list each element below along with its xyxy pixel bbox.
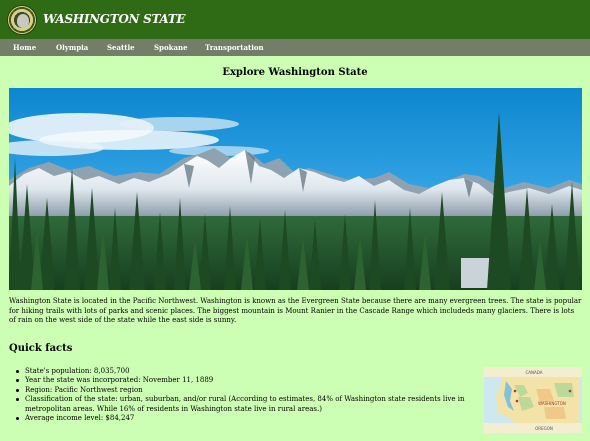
- map-label-oregon: OREGON: [535, 426, 553, 431]
- hero-image: [9, 88, 582, 290]
- site-header: WASHINGTON STATE: [0, 0, 590, 39]
- nav-link-spokane[interactable]: Spokane: [154, 43, 188, 52]
- map-label-washington: WASHINGTON: [538, 401, 566, 406]
- list-item: Classification of the state: urban, subu…: [16, 395, 478, 414]
- washington-state-map-icon: CANADA WASHINGTON OREGON: [484, 367, 582, 433]
- quick-facts-list: State's population: 8,035,700 Year the s…: [16, 367, 478, 423]
- list-item: Average income level: $84,247: [16, 414, 478, 423]
- nav-link-home[interactable]: Home: [13, 43, 36, 52]
- quick-facts-heading: Quick facts: [9, 343, 73, 354]
- nav-link-transportation[interactable]: Transportation: [205, 43, 264, 52]
- list-item: Year the state was incorporated: Novembe…: [16, 376, 478, 385]
- nav-link-olympia[interactable]: Olympia: [56, 43, 88, 52]
- main-nav: Home Olympia Seattle Spokane Transportat…: [0, 39, 590, 56]
- list-item: State's population: 8,035,700: [16, 367, 478, 376]
- map-label-canada: CANADA: [525, 370, 542, 375]
- page-title: Explore Washington State: [222, 67, 368, 78]
- site-title: WASHINGTON STATE: [43, 12, 186, 26]
- intro-paragraph: Washington State is located in the Pacif…: [9, 297, 582, 325]
- washington-state-seal-icon[interactable]: [7, 5, 37, 35]
- nav-link-seattle[interactable]: Seattle: [107, 43, 135, 52]
- list-item: Region: Pacific Northwest region: [16, 386, 478, 395]
